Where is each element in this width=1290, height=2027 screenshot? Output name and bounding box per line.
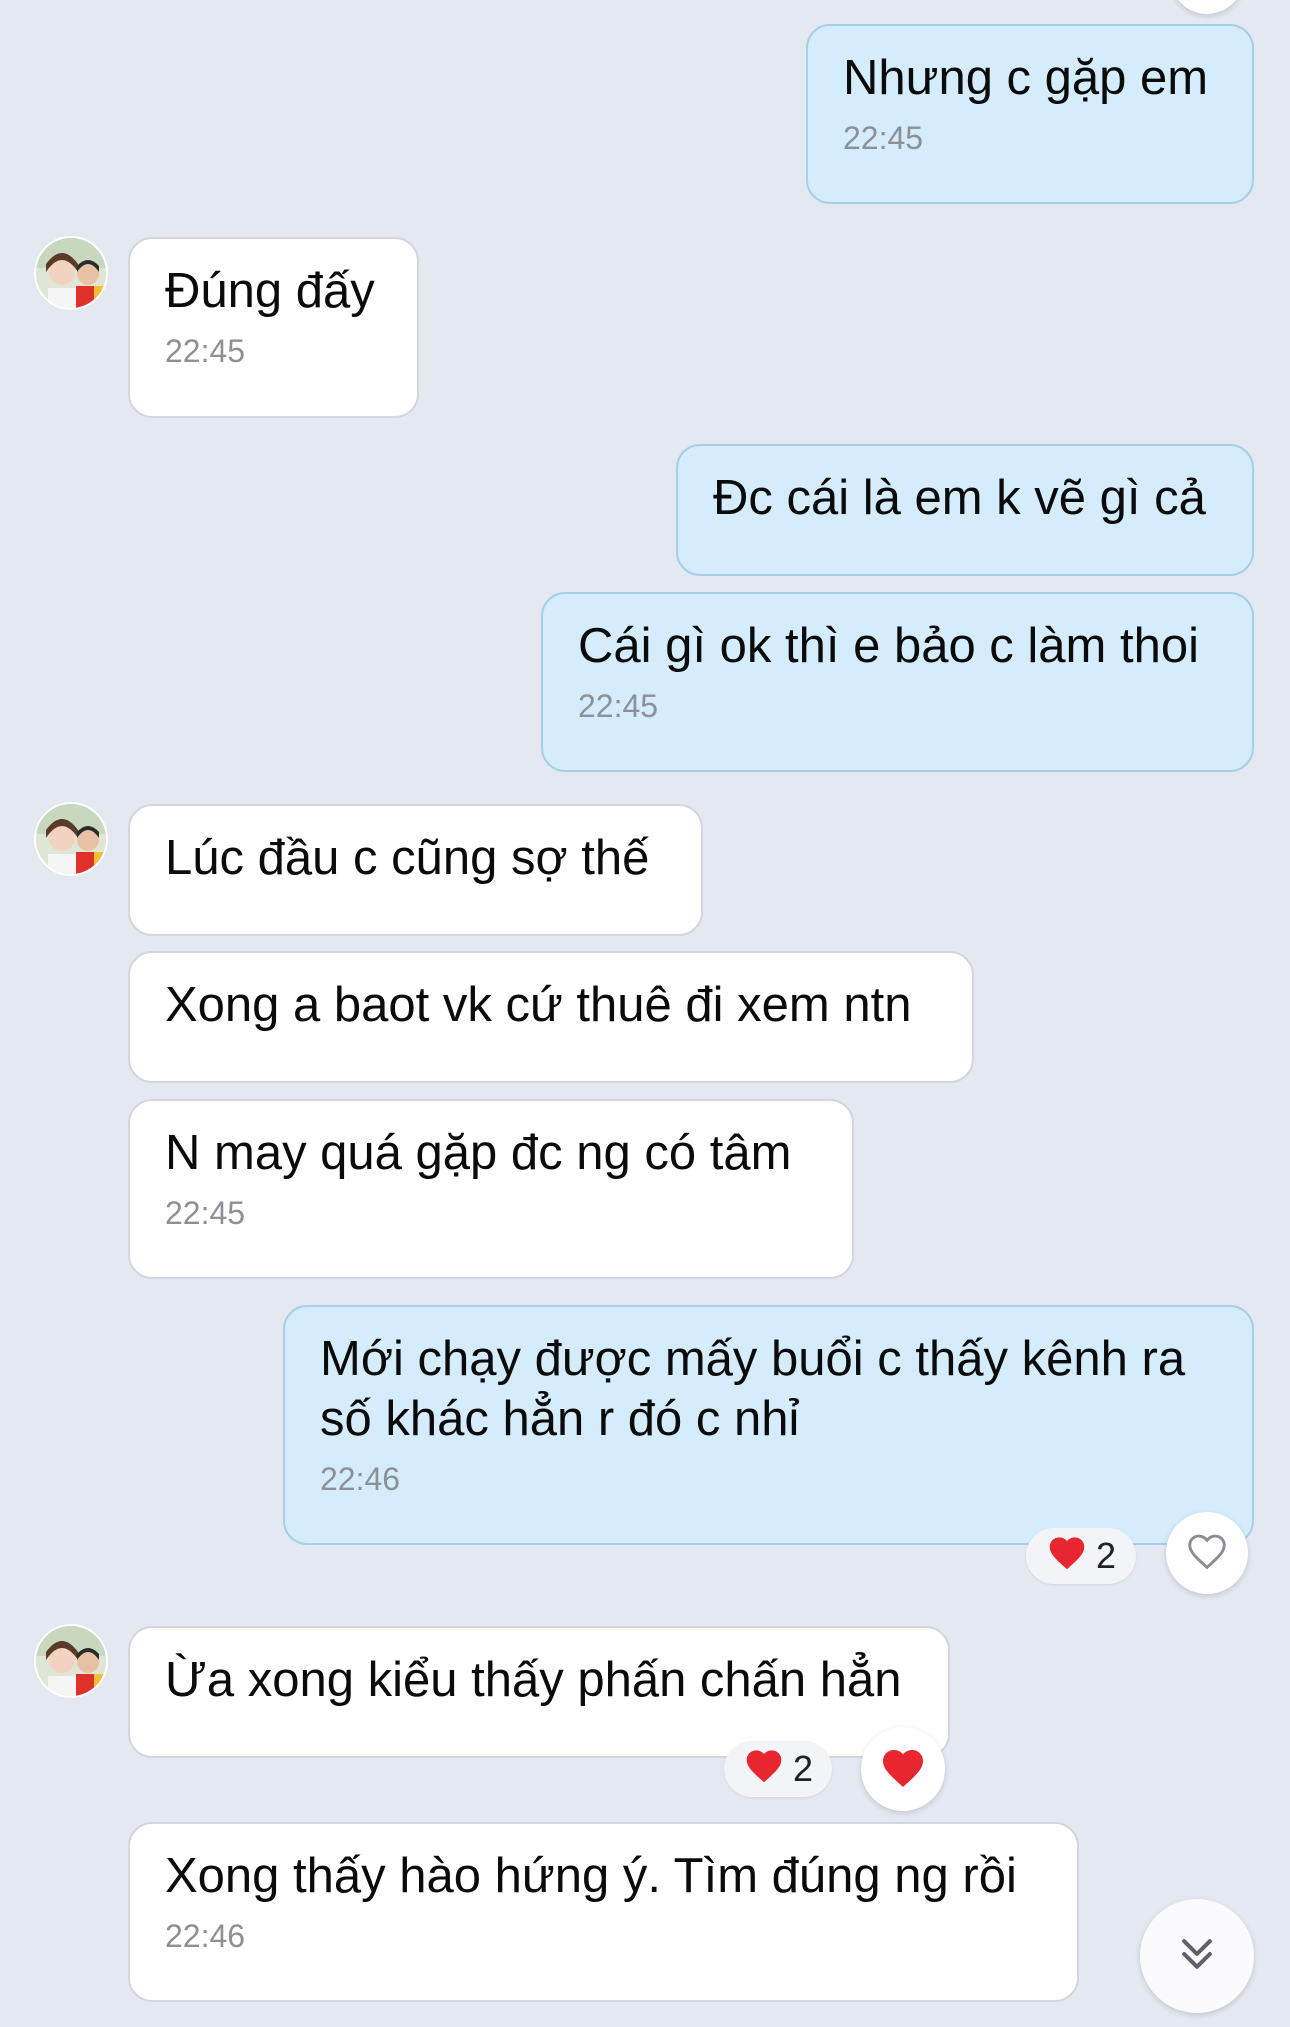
message-text: Ừa xong kiểu thấy phấn chấn hẳn (165, 1653, 902, 1707)
message-bubble-incoming[interactable]: Ừa xong kiểu thấy phấn chấn hẳn (128, 1626, 950, 1758)
message-text: Nhưng c gặp em (843, 51, 1209, 105)
heart-outline-icon (1185, 1531, 1229, 1576)
reaction-count: 2 (792, 1748, 814, 1789)
message-bubble-outgoing[interactable]: Đc cái là em k vẽ gì cả (676, 444, 1254, 576)
heart-icon (1046, 1533, 1088, 1580)
reaction-summary[interactable]: 2 (724, 1741, 832, 1797)
message-bubble-incoming[interactable]: N may quá gặp đc ng có tâm 22:45 (128, 1099, 854, 1279)
message-text: Xong thấy hào hứng ý. Tìm đúng ng rồi (165, 1849, 1017, 1903)
message-text: Đc cái là em k vẽ gì cả (713, 471, 1206, 525)
top-reaction-button[interactable] (1170, 0, 1244, 14)
message-bubble-incoming[interactable]: Lúc đầu c cũng sợ thế (128, 804, 703, 936)
message-bubble-incoming[interactable]: Xong thấy hào hứng ý. Tìm đúng ng rồi 22… (128, 1822, 1079, 2002)
message-bubble-outgoing[interactable]: Cái gì ok thì e bảo c làm thoi 22:45 (541, 592, 1254, 772)
heart-icon (743, 1746, 785, 1793)
message-timestamp: 22:45 (578, 688, 659, 724)
reaction-count: 2 (1095, 1535, 1117, 1576)
message-timestamp: 22:46 (320, 1461, 401, 1497)
message-text: Lúc đầu c cũng sợ thế (165, 831, 650, 885)
message-bubble-outgoing[interactable]: Nhưng c gặp em 22:45 (806, 24, 1254, 204)
message-bubble-outgoing[interactable]: Mới chạy được mấy buổi c thấy kênh ra số… (283, 1305, 1254, 1545)
message-text: N may quá gặp đc ng có tâm (165, 1126, 792, 1180)
message-text: Xong a baot vk cứ thuê đi xem ntn (165, 978, 912, 1032)
reaction-summary[interactable]: 2 (1026, 1528, 1136, 1584)
react-button[interactable] (861, 1727, 945, 1811)
message-text: Cái gì ok thì e bảo c làm thoi (578, 619, 1199, 673)
message-timestamp: 22:45 (165, 333, 246, 369)
heart-icon (879, 1745, 927, 1794)
double-chevron-down-icon (1175, 1932, 1219, 1981)
message-timestamp: 22:46 (165, 1918, 246, 1954)
contact-avatar[interactable] (34, 236, 108, 310)
contact-avatar[interactable] (34, 1624, 108, 1698)
react-button[interactable] (1166, 1512, 1248, 1594)
message-text: Mới chạy được mấy buổi c thấy kênh ra số… (320, 1332, 1186, 1446)
contact-avatar[interactable] (34, 802, 108, 876)
message-timestamp: 22:45 (165, 1195, 246, 1231)
message-bubble-incoming[interactable]: Đúng đấy 22:45 (128, 237, 419, 418)
message-timestamp: 22:45 (843, 120, 924, 156)
scroll-to-bottom-button[interactable] (1140, 1899, 1254, 2013)
message-bubble-incoming[interactable]: Xong a baot vk cứ thuê đi xem ntn (128, 951, 974, 1083)
message-text: Đúng đấy (165, 264, 375, 318)
